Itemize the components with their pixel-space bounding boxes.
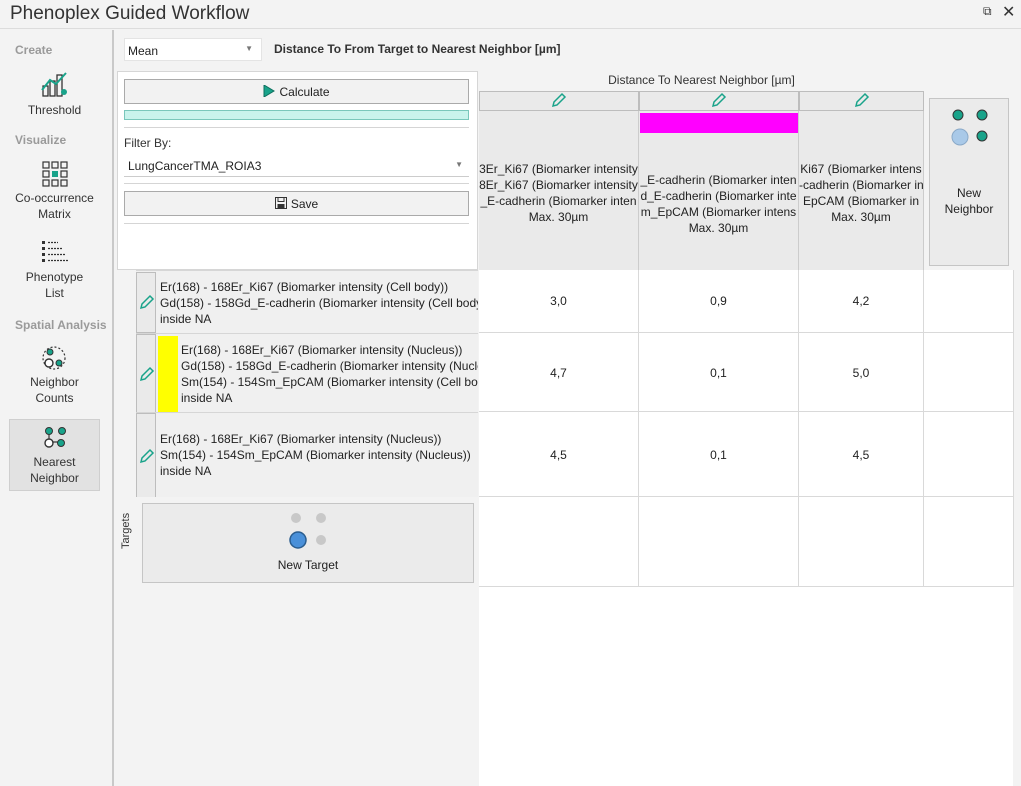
- sidebar-item-nearest-neighbor[interactable]: Nearest Neighbor: [9, 419, 100, 491]
- grid-empty-area: [479, 587, 1013, 786]
- table-cell[interactable]: 4,5: [479, 412, 639, 497]
- sidebar-item-label: List: [45, 286, 64, 300]
- calculate-button[interactable]: Calculate: [124, 79, 469, 104]
- table-cell: [479, 497, 639, 587]
- pencil-icon: [551, 92, 567, 108]
- sidebar-item-label: Co-occurrence: [15, 191, 94, 205]
- new-target-label: New Target: [277, 558, 339, 572]
- play-icon: [263, 84, 276, 98]
- threshold-icon: [40, 72, 67, 97]
- sidebar-item-label: Threshold: [27, 103, 82, 117]
- target-row-label: Er(168) - 168Er_Ki67 (Biomarker intensit…: [136, 333, 478, 412]
- sidebar-item-neighbor-counts[interactable]: Neighbor Counts: [9, 344, 100, 410]
- table-cell[interactable]: 4,7: [479, 333, 639, 412]
- aggregate-select-value: Mean: [128, 44, 159, 58]
- sidebar-item-label: Neighbor: [30, 375, 79, 389]
- pencil-icon: [139, 448, 155, 464]
- list-icon: [41, 241, 68, 262]
- column-group-header: Distance To Nearest Neighbor [µm]: [608, 73, 795, 87]
- sidebar-item-co-occurrence-matrix[interactable]: Co-occurrence Matrix: [9, 160, 100, 226]
- nearest-neighbor-icon: [43, 427, 66, 448]
- metric-title: Distance To From Target to Nearest Neigh…: [274, 42, 561, 56]
- sidebar-item-label: Counts: [35, 391, 74, 405]
- new-neighbor-label: Neighbor: [944, 202, 994, 216]
- matrix-icon: [41, 161, 68, 187]
- results-grid: Distance To Nearest Neighbor [µm] 3Er_Ki…: [479, 71, 1021, 786]
- sidebar-item-threshold[interactable]: Threshold: [9, 70, 100, 122]
- table-cell: [924, 270, 1014, 333]
- title-bar: Phenoplex Guided Workflow ⧉ ✕: [0, 0, 1021, 29]
- neighbor-column-header: 3Er_Ki67 (Biomarker intensity 8Er_Ki67 (…: [479, 111, 639, 270]
- new-target-icon: [289, 513, 326, 549]
- target-row-text: Er(168) - 168Er_Ki67 (Biomarker intensit…: [160, 280, 478, 326]
- targets-label: Targets: [120, 512, 132, 549]
- edit-target-button[interactable]: [136, 413, 156, 497]
- sidebar-item-label: Matrix: [38, 207, 71, 221]
- sidebar-item-label: Neighbor: [30, 471, 79, 485]
- new-neighbor-label: New: [956, 186, 981, 200]
- table-cell: [924, 497, 1014, 587]
- sidebar-section-spatial-analysis: Spatial Analysis: [15, 318, 107, 332]
- edit-target-button[interactable]: [136, 272, 156, 333]
- calculate-button-label: Calculate: [279, 85, 330, 99]
- edit-neighbor-button[interactable]: [799, 91, 924, 111]
- target-row-text: Er(168) - 168Er_Ki67 (Biomarker intensit…: [160, 432, 471, 478]
- main-area: Mean ▼ Distance To From Target to Neares…: [116, 30, 1021, 786]
- table-cell[interactable]: 4,2: [799, 270, 924, 333]
- table-cell: [924, 412, 1014, 497]
- edit-neighbor-button[interactable]: [479, 91, 639, 111]
- pencil-icon: [139, 294, 155, 310]
- restore-window-icon[interactable]: ⧉: [983, 4, 992, 19]
- save-button-label: Save: [290, 197, 319, 211]
- save-button[interactable]: Save: [124, 191, 469, 216]
- table-cell[interactable]: 3,0: [479, 270, 639, 333]
- filter-select[interactable]: LungCancerTMA_ROIA3 ▼: [124, 155, 469, 177]
- table-cell: [924, 333, 1014, 412]
- neighbor-color-swatch: [640, 113, 798, 133]
- chevron-down-icon: ▼: [245, 44, 253, 53]
- table-cell[interactable]: 0,1: [639, 412, 799, 497]
- table-cell[interactable]: 4,5: [799, 412, 924, 497]
- table-cell[interactable]: 5,0: [799, 333, 924, 412]
- divider: [124, 127, 469, 128]
- target-row-label: Er(168) - 168Er_Ki67 (Biomarker intensit…: [136, 270, 478, 333]
- new-target-button[interactable]: New Target: [142, 503, 474, 583]
- table-cell: [639, 497, 799, 587]
- filter-select-value: LungCancerTMA_ROIA3: [128, 159, 262, 173]
- pencil-icon: [139, 366, 155, 382]
- neighbor-column-header: _E-cadherin (Biomarker inten d_E-cadheri…: [639, 111, 799, 270]
- sidebar-section-visualize: Visualize: [15, 133, 67, 147]
- sidebar: Create Threshold Visualize Co-occurrence…: [0, 30, 114, 786]
- target-row-text: Er(168) - 168Er_Ki67 (Biomarker intensit…: [181, 343, 478, 405]
- edit-target-button[interactable]: [136, 334, 156, 412]
- sidebar-item-phenotype-list[interactable]: Phenotype List: [9, 239, 100, 305]
- table-cell[interactable]: 0,1: [639, 333, 799, 412]
- neighbor-counts-icon: [41, 346, 66, 370]
- table-cell: [799, 497, 924, 587]
- close-window-icon[interactable]: ✕: [1002, 2, 1015, 22]
- new-neighbor-button[interactable]: New Neighbor: [929, 98, 1009, 266]
- target-color-swatch: [158, 336, 178, 412]
- calculation-panel: Calculate Filter By: LungCancerTMA_ROIA3…: [117, 71, 478, 270]
- neighbor-column-header: Ki67 (Biomarker intens -cadherin (Biomar…: [799, 111, 924, 270]
- filter-label: Filter By:: [124, 136, 172, 150]
- sidebar-item-label: Nearest: [33, 455, 76, 469]
- chevron-down-icon: ▼: [455, 160, 463, 169]
- save-icon: [274, 197, 287, 209]
- target-row-label: Er(168) - 168Er_Ki67 (Biomarker intensit…: [136, 412, 478, 497]
- sidebar-item-label: Phenotype: [25, 270, 84, 284]
- sidebar-section-create: Create: [15, 43, 53, 57]
- new-neighbor-icon: [951, 109, 988, 146]
- table-cell[interactable]: 0,9: [639, 270, 799, 333]
- divider: [124, 183, 469, 184]
- pencil-icon: [711, 92, 727, 108]
- divider: [124, 223, 469, 224]
- edit-neighbor-button[interactable]: [639, 91, 799, 111]
- aggregate-select[interactable]: Mean ▼: [124, 38, 262, 61]
- app-title: Phenoplex Guided Workflow: [10, 3, 250, 24]
- pencil-icon: [854, 92, 869, 108]
- progress-bar: [124, 110, 469, 120]
